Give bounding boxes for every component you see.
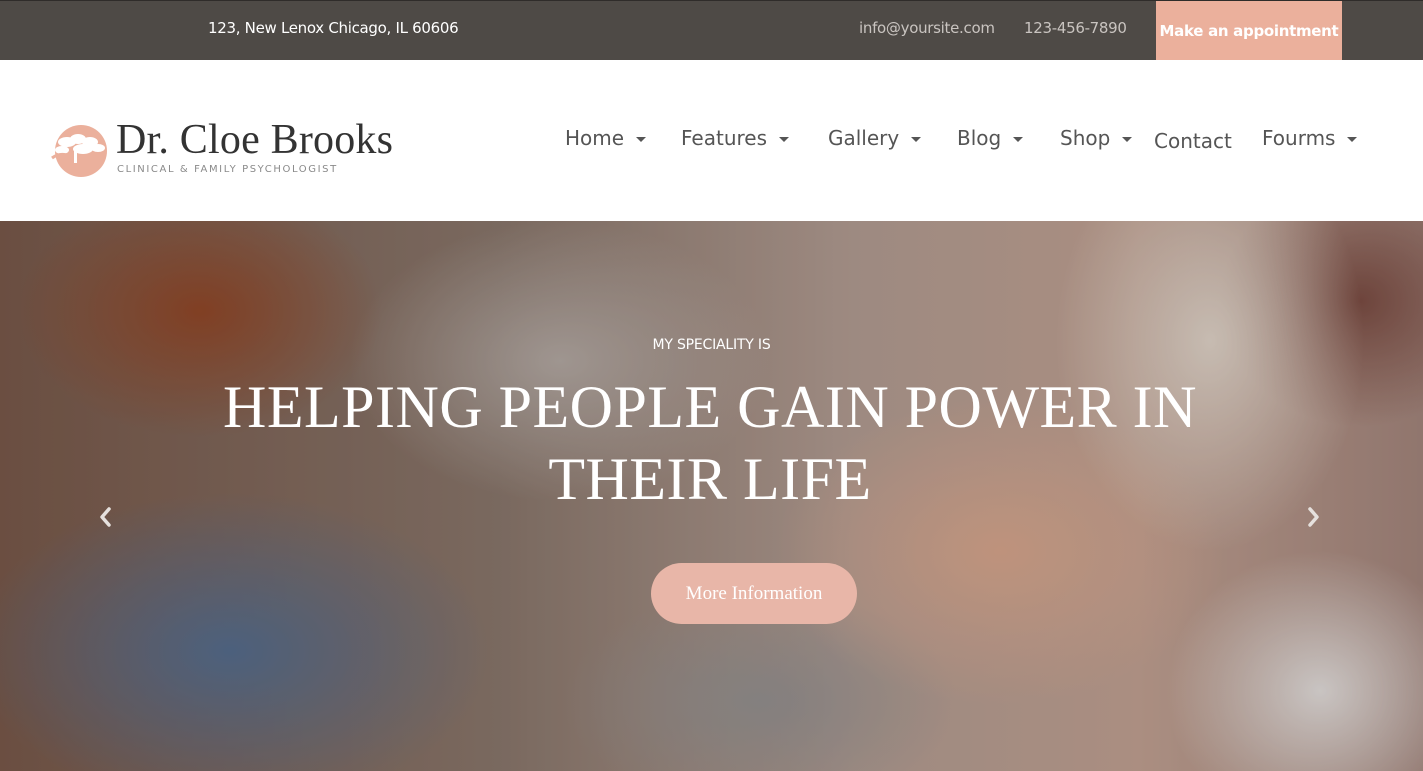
caret-down-icon — [779, 136, 789, 142]
more-information-button[interactable]: More Information — [651, 563, 857, 624]
slider-prev-button[interactable] — [93, 505, 117, 529]
nav-home-label: Home — [565, 126, 625, 150]
chevron-right-icon — [1308, 507, 1319, 527]
nav-gallery[interactable]: Gallery — [828, 126, 922, 150]
nav-shop[interactable]: Shop — [1060, 126, 1133, 150]
caret-down-icon — [911, 136, 922, 142]
phone-link[interactable]: 123-456-7890 — [1024, 19, 1127, 37]
nav-blog[interactable]: Blog — [957, 126, 1024, 150]
brand-tagline: CLINICAL & FAMILY PSYCHOLOGIST — [117, 164, 338, 175]
nav-contact[interactable]: Contact — [1154, 129, 1232, 153]
slider-next-button[interactable] — [1302, 505, 1326, 529]
nav-blog-label: Blog — [957, 126, 1002, 150]
hero-headline-line-2: THEIR LIFE — [548, 446, 872, 512]
email-link[interactable]: info@yoursite.com — [859, 19, 995, 37]
hero-headline-line-1: HELPING PEOPLE GAIN POWER IN — [223, 374, 1197, 440]
tree-circle-logo-icon[interactable] — [50, 122, 108, 180]
top-bar: 123, New Lenox Chicago, IL 60606 info@yo… — [0, 0, 1423, 60]
nav-contact-label: Contact — [1154, 129, 1232, 153]
site-header: Dr. Cloe Brooks CLINICAL & FAMILY PSYCHO… — [0, 60, 1423, 221]
nav-home[interactable]: Home — [565, 126, 647, 150]
nav-fourms-label: Fourms — [1262, 126, 1336, 150]
caret-down-icon — [1013, 136, 1024, 142]
caret-down-icon — [636, 136, 647, 142]
nav-gallery-label: Gallery — [828, 126, 900, 150]
nav-fourms[interactable]: Fourms — [1262, 126, 1358, 150]
hero-slider: MY SPECIALITY IS HELPING PEOPLE GAIN POW… — [0, 221, 1423, 771]
nav-features[interactable]: Features — [681, 126, 789, 150]
brand-name[interactable]: Dr. Cloe Brooks — [116, 116, 393, 164]
nav-shop-label: Shop — [1060, 126, 1111, 150]
caret-down-icon — [1347, 136, 1358, 142]
nav-features-label: Features — [681, 126, 767, 150]
make-appointment-button[interactable]: Make an appointment — [1156, 1, 1342, 60]
caret-down-icon — [1122, 136, 1133, 142]
hero-kicker: MY SPECIALITY IS — [652, 337, 771, 353]
chevron-left-icon — [100, 507, 111, 527]
address-text: 123, New Lenox Chicago, IL 60606 — [208, 19, 459, 37]
hero-headline: HELPING PEOPLE GAIN POWER IN THEIR LIFE — [200, 371, 1220, 515]
